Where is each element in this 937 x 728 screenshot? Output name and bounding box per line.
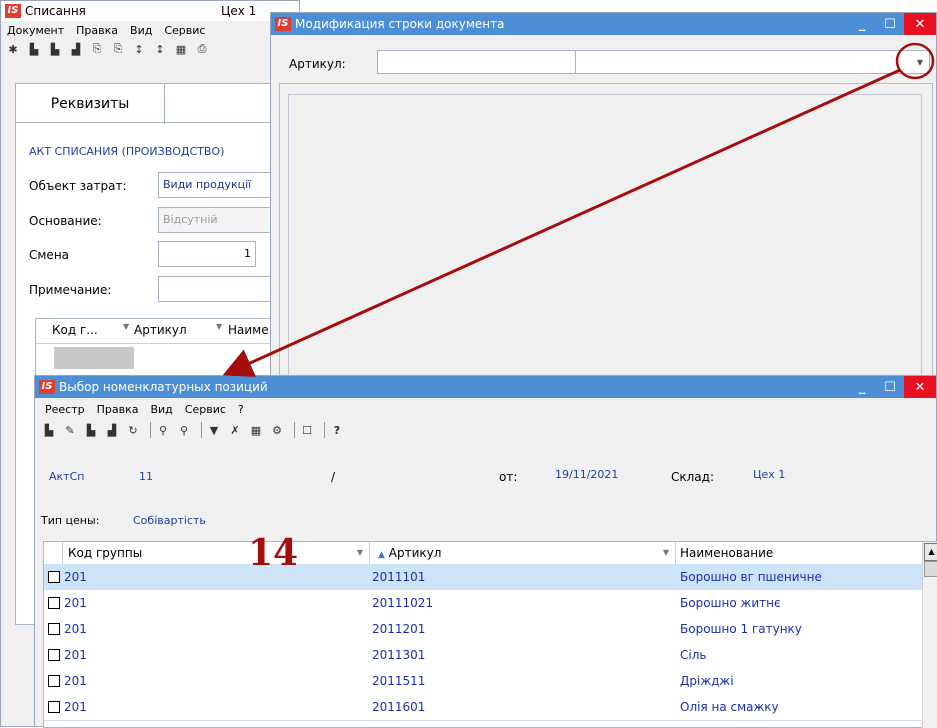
highlight-circle (895, 42, 935, 80)
annotation-overlay (222, 42, 935, 377)
annotation-arrow (222, 68, 901, 377)
step-number: 14 (248, 532, 299, 574)
